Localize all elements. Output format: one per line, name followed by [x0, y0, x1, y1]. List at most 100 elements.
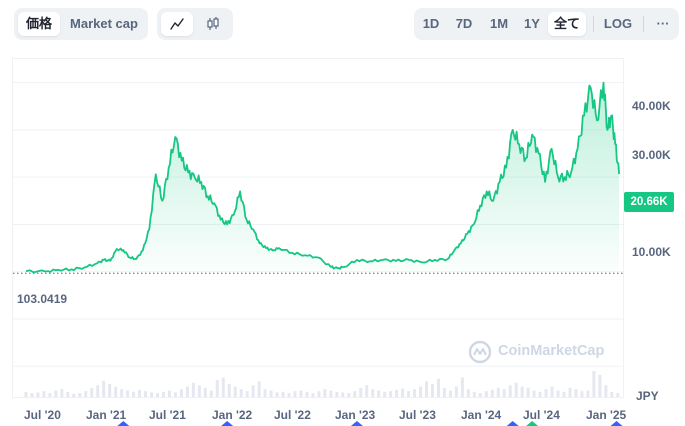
volume-bar — [323, 389, 327, 397]
volume-bar — [317, 391, 321, 397]
volume-bar — [30, 393, 34, 397]
volume-bar — [574, 389, 578, 397]
volume-bar — [359, 387, 363, 397]
volume-bar — [263, 389, 267, 397]
volume-bar — [275, 392, 279, 397]
volume-bar — [24, 391, 28, 397]
volume-bar — [293, 391, 297, 397]
volume-bar — [36, 392, 40, 397]
volume-bar — [347, 393, 351, 397]
volume-bar — [442, 387, 446, 397]
volume-bar — [413, 389, 417, 397]
volume-bar — [460, 377, 464, 397]
volume-bar — [401, 388, 405, 397]
y-tick-label: 30.00K — [632, 148, 671, 162]
volume-bar — [281, 391, 285, 397]
volume-bar — [478, 393, 482, 397]
x-tick-label: Jul '21 — [149, 408, 186, 422]
event-marker-icon[interactable] — [506, 421, 519, 426]
y-tick-label: 10.00K — [632, 245, 671, 259]
volume-bar — [54, 390, 58, 397]
volume-bar — [173, 392, 177, 397]
volume-bar — [299, 390, 303, 397]
volume-bar — [227, 384, 231, 397]
volume-bar — [377, 390, 381, 397]
volume-bar — [496, 387, 500, 397]
volume-bar — [520, 386, 524, 397]
volume-bar — [114, 386, 118, 397]
volume-bar — [48, 393, 52, 397]
volume-bar — [60, 389, 64, 397]
volume-bar — [311, 393, 315, 397]
volume-bar — [610, 391, 614, 397]
volume-bar — [120, 389, 124, 397]
volume-bar — [78, 393, 82, 397]
y-tick-label: 40.00K — [632, 99, 671, 113]
volume-bar — [257, 381, 261, 397]
volume-bar — [371, 389, 375, 397]
volume-bar — [353, 391, 357, 397]
volume-bar — [167, 390, 171, 397]
current-price-tag: 20.66K — [624, 192, 674, 212]
volume-bar — [66, 391, 70, 397]
volume-bar — [466, 389, 470, 397]
volume-bar — [562, 391, 566, 397]
volume-bar — [389, 391, 393, 397]
volume-bar — [502, 389, 506, 397]
x-tick-label: Jan '24 — [461, 408, 502, 422]
volume-bar — [365, 385, 369, 397]
volume-bar — [341, 392, 345, 397]
volume-bar — [102, 380, 106, 397]
volume-bar — [484, 391, 488, 397]
volume-bar — [550, 386, 554, 397]
volume-bar — [329, 390, 333, 397]
watermark-text: CoinMarketCap — [498, 343, 605, 359]
volume-bar — [425, 381, 429, 397]
volume-bar — [96, 385, 100, 397]
volume-bar — [132, 391, 136, 397]
volume-bar — [532, 390, 536, 397]
volume-bar — [305, 391, 309, 397]
x-tick-label: Jan '21 — [86, 408, 127, 422]
x-tick-label: Jul '22 — [274, 408, 311, 422]
volume-bar — [84, 391, 88, 397]
volume-bar — [269, 390, 273, 397]
volume-bar — [436, 378, 440, 397]
volume-bar — [185, 386, 189, 397]
volume-bar — [197, 385, 201, 397]
volume-bar — [419, 386, 423, 397]
volume-bar — [568, 387, 572, 397]
x-tick-label: Jul '20 — [24, 408, 61, 422]
volume-bar — [221, 377, 225, 397]
volume-bar — [395, 389, 399, 397]
volume-bar — [556, 390, 560, 397]
volume-bar — [108, 384, 112, 397]
volume-bar — [538, 391, 542, 397]
volume-bar — [592, 371, 596, 397]
volume-bar — [490, 389, 494, 397]
volume-bar — [448, 390, 452, 397]
volume-bar — [209, 390, 213, 397]
volume-bar — [245, 391, 249, 397]
volume-bar — [72, 393, 76, 397]
volume-bar — [203, 387, 207, 397]
volume-bar — [42, 391, 46, 397]
volume-bar — [287, 393, 291, 397]
volume-bar — [383, 391, 387, 397]
currency-label: JPY — [636, 389, 659, 403]
volume-bar — [150, 392, 154, 397]
volume-bar — [215, 380, 219, 397]
volume-bar — [191, 382, 195, 397]
price-chart — [13, 81, 623, 426]
volume-bar — [526, 387, 530, 397]
x-tick-label: Jul '24 — [523, 408, 560, 422]
volume-bar — [239, 389, 243, 397]
volume-bar — [251, 385, 255, 397]
volume-bar — [430, 384, 434, 397]
volume-bar — [407, 391, 411, 397]
volume-bar — [161, 391, 165, 397]
x-tick-label: Jul '23 — [399, 408, 436, 422]
volume-bar — [616, 393, 620, 397]
coinmarketcap-logo-icon — [468, 340, 492, 364]
volume-bar — [544, 389, 548, 397]
